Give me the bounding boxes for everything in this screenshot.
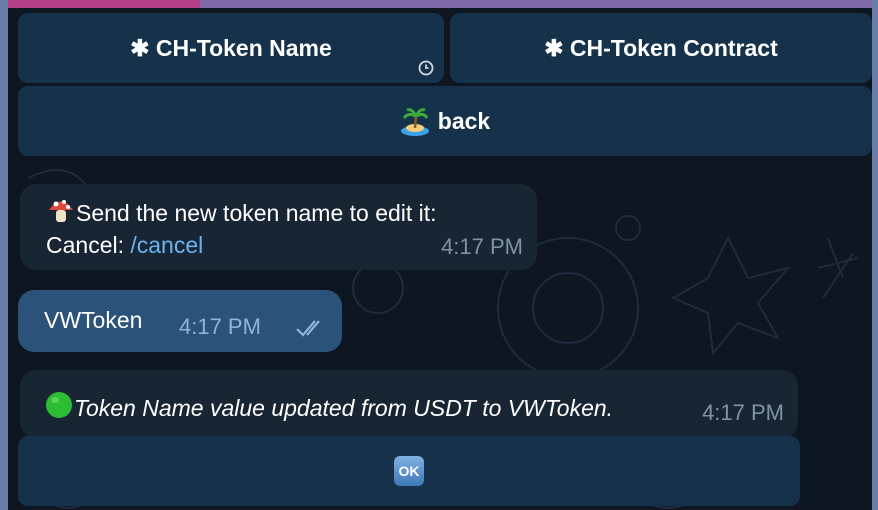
keyboard-button-ok[interactable]: OK — [18, 436, 800, 506]
message-timestamp: 4:17 PM — [179, 314, 261, 339]
message-line: Cancel: /cancel — [46, 232, 203, 259]
message-text: VWToken — [44, 307, 143, 333]
chat-area: ✱ CH-Token Name ✱ CH-Token Contract back… — [8, 8, 872, 510]
message-text: Send the new token name to edit it: — [76, 200, 437, 226]
keyboard-button-label: back — [437, 107, 491, 134]
message-incoming: Token Name value updated from USDT to VW… — [20, 370, 798, 438]
cancel-command-link[interactable]: /cancel — [130, 232, 203, 258]
green-circle-emoji-icon — [46, 392, 72, 418]
keyboard-button-back[interactable]: back — [18, 86, 872, 156]
clock-icon — [418, 60, 434, 76]
keyboard-button-ch-token-name[interactable]: ✱ CH-Token Name — [18, 13, 444, 83]
ok-emoji-label: OK — [398, 463, 420, 479]
message-timestamp: 4:17 PM — [441, 234, 523, 259]
cancel-prefix: Cancel: — [46, 232, 131, 258]
message-outgoing: VWToken 4:17 PM — [18, 290, 342, 352]
keyboard-button-ch-token-contract[interactable]: ✱ CH-Token Contract — [450, 13, 872, 83]
message-timestamp: 4:17 PM — [702, 400, 784, 425]
keyboard-button-label: ✱ CH-Token Contract — [544, 34, 778, 61]
message-line: Send the new token name to edit it: — [46, 195, 437, 227]
ok-emoji-icon: OK — [394, 456, 424, 486]
mushroom-emoji-icon — [49, 200, 73, 222]
message-incoming: Send the new token name to edit it: Canc… — [20, 184, 537, 270]
keyboard-button-label: ✱ CH-Token Name — [130, 34, 332, 61]
island-emoji-icon — [400, 108, 429, 136]
message-line: Token Name value updated from USDT to VW… — [44, 390, 613, 422]
message-text: Token Name value updated from USDT to VW… — [74, 395, 614, 421]
read-double-check-icon — [296, 320, 320, 337]
